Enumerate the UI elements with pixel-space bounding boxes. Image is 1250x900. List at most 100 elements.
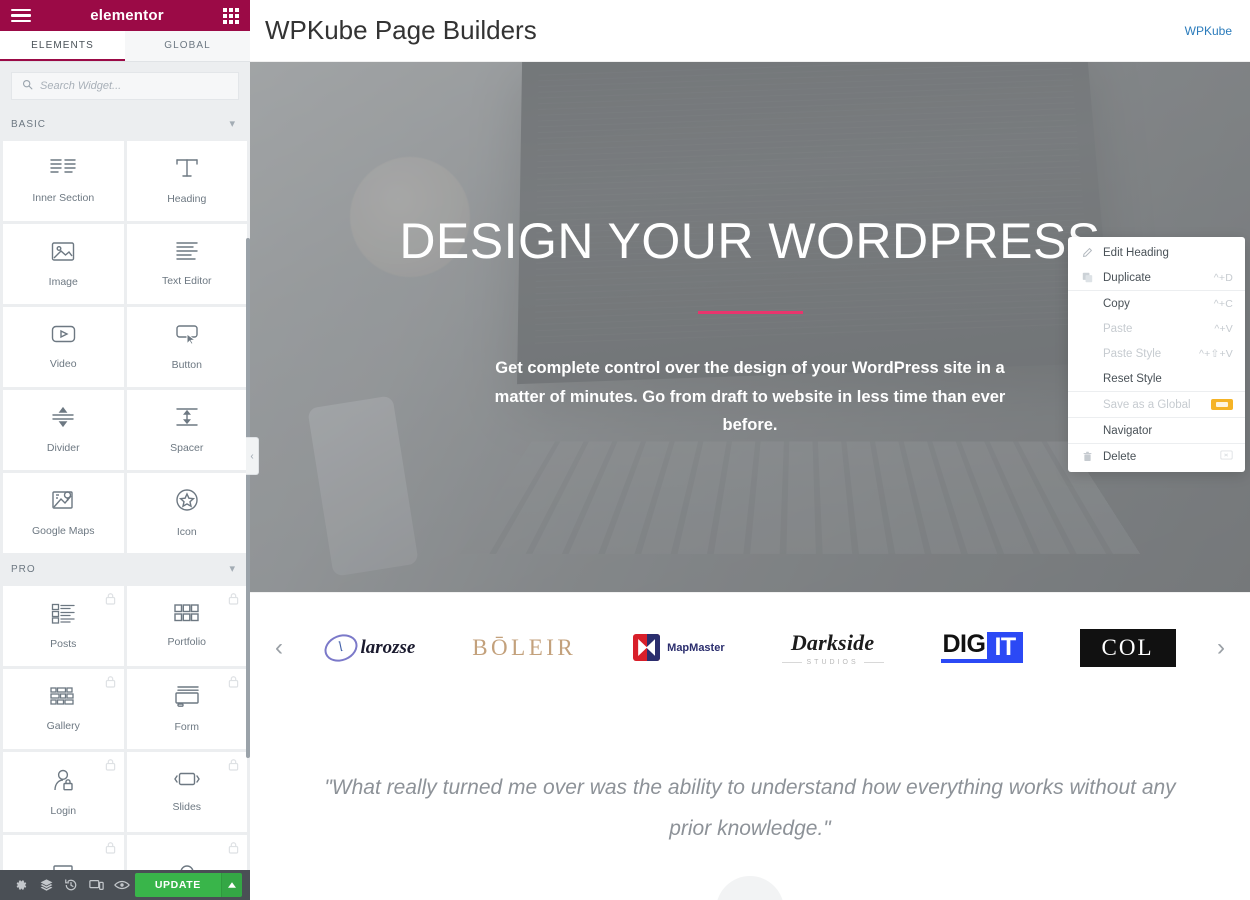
heading-icon — [175, 157, 199, 184]
widget-grid-pro: Posts Portfolio Gallery Form Login Slide… — [0, 586, 250, 900]
ctx-label: Navigator — [1103, 424, 1153, 437]
logo-text-it: IT — [987, 632, 1023, 663]
testimonial-section[interactable]: "What really turned me over was the abil… — [250, 702, 1250, 900]
widget-icon[interactable]: Icon — [126, 473, 247, 553]
ctx-label: Edit Heading — [1103, 246, 1169, 259]
widget-label: Form — [174, 721, 200, 733]
widget-posts[interactable]: Posts — [3, 586, 124, 666]
button-icon — [174, 324, 200, 350]
panel-collapse-handle[interactable]: ‹ — [246, 437, 259, 475]
ctx-item-duplicate[interactable]: Duplicate ^+D — [1068, 265, 1245, 290]
search-widget-wrap — [0, 62, 250, 108]
logo-text-dig: DIG — [940, 632, 988, 663]
widgets-panel: elementor ELEMENTS GLOBAL BASIC — [0, 0, 250, 900]
widget-label: Text Editor — [161, 275, 212, 287]
ctx-item-delete[interactable]: Delete — [1068, 444, 1245, 469]
logo-larozse[interactable]: l larozse — [320, 618, 416, 678]
nav-link-wpkube[interactable]: WPKube — [1185, 24, 1232, 38]
ctx-item-edit-heading[interactable]: Edit Heading — [1068, 240, 1245, 265]
widget-google-maps[interactable]: Google Maps — [3, 473, 124, 553]
tab-global[interactable]: GLOBAL — [125, 31, 250, 61]
carousel-prev-arrow-icon[interactable]: ‹ — [262, 634, 296, 662]
widget-slides[interactable]: Slides — [126, 752, 247, 832]
hero-subtext[interactable]: Get complete control over the design of … — [470, 354, 1030, 441]
panel-tabs: ELEMENTS GLOBAL — [0, 31, 250, 62]
widget-grid-basic: Inner Section Heading Image Text Editor … — [0, 141, 250, 553]
logo-text: MapMaster — [667, 641, 725, 654]
update-caret-icon[interactable] — [220, 873, 242, 897]
widget-video[interactable]: Video — [3, 307, 124, 387]
ctx-item-navigator[interactable]: Navigator — [1068, 418, 1245, 443]
ctx-group-edit: Edit Heading Duplicate ^+D — [1068, 240, 1245, 290]
widget-gallery[interactable]: Gallery — [3, 669, 124, 749]
lock-icon — [228, 841, 239, 859]
page-title: WPKube Page Builders — [265, 15, 537, 45]
carousel-logo-list: l larozse BŌLEIR MapMaster Darkside STUD… — [296, 618, 1204, 678]
tab-elements[interactable]: ELEMENTS — [0, 31, 125, 61]
widget-label: Login — [50, 804, 77, 817]
widget-label: Posts — [50, 637, 77, 650]
widget-login[interactable]: Login — [3, 752, 124, 832]
widget-inner-section[interactable]: Inner Section — [3, 141, 124, 221]
widget-label: Video — [49, 358, 77, 370]
history-revisions-icon[interactable] — [59, 870, 84, 900]
pro-badge-icon — [1211, 399, 1233, 410]
logo-digit[interactable]: DIG IT — [940, 618, 1023, 678]
hero-divider-rule — [697, 310, 803, 314]
ctx-label: Delete — [1103, 450, 1137, 463]
logo-col[interactable]: COL — [1079, 618, 1176, 678]
star-icon — [175, 488, 199, 517]
widget-label: Spacer — [170, 442, 204, 454]
widget-label: Google Maps — [32, 525, 95, 537]
testimonial-avatar — [716, 875, 784, 900]
widget-label: Button — [171, 358, 202, 371]
ctx-item-paste: Paste ^+V — [1068, 316, 1245, 341]
section-header-pro[interactable]: PRO ▾ — [0, 553, 250, 586]
logo-boleir[interactable]: BŌLEIR — [472, 618, 576, 678]
panel-header: elementor — [0, 0, 250, 31]
logo-darkside[interactable]: Darkside STUDIOS — [781, 618, 884, 678]
lock-icon — [228, 592, 239, 610]
widget-button[interactable]: Button — [126, 307, 247, 387]
elementor-editor: elementor ELEMENTS GLOBAL BASIC — [0, 0, 1250, 900]
ctx-group-navigator: Navigator — [1068, 417, 1245, 443]
navigator-layers-icon[interactable] — [33, 870, 58, 900]
element-context-menu: Edit Heading Duplicate ^+D Copy ^+C Past… — [1068, 237, 1245, 472]
ctx-item-copy[interactable]: Copy ^+C — [1068, 291, 1245, 316]
ctx-group-clipboard: Copy ^+C Paste ^+V Paste Style ^+⇧+V Res… — [1068, 290, 1245, 391]
text-editor-icon — [175, 241, 199, 266]
preview-eye-icon[interactable] — [110, 870, 135, 900]
elementor-logo: elementor — [90, 7, 164, 24]
carousel-next-arrow-icon[interactable]: › — [1204, 634, 1238, 662]
portfolio-icon — [174, 604, 199, 627]
search-input[interactable] — [40, 80, 228, 92]
grid-icon[interactable] — [223, 7, 239, 24]
settings-gear-icon[interactable] — [8, 870, 33, 900]
widget-heading[interactable]: Heading — [126, 141, 247, 221]
lock-icon — [105, 592, 116, 610]
logo-subtext: STUDIOS — [806, 658, 859, 666]
widget-form[interactable]: Form — [126, 669, 247, 749]
divider-icon — [51, 406, 75, 433]
update-button[interactable]: UPDATE — [134, 873, 221, 897]
chevron-down-icon: ▾ — [229, 118, 236, 130]
logo-text: Darkside — [790, 629, 875, 655]
widget-label: Portfolio — [167, 636, 207, 648]
logo-carousel: ‹ l larozse BŌLEIR MapMaster Darkside ST… — [250, 592, 1250, 702]
logo-mapmaster[interactable]: MapMaster — [633, 618, 725, 678]
section-header-basic[interactable]: BASIC ▾ — [0, 108, 250, 141]
widget-text-editor[interactable]: Text Editor — [126, 224, 247, 304]
search-box[interactable] — [11, 72, 239, 100]
widget-label: Image — [48, 275, 78, 288]
widget-image[interactable]: Image — [3, 224, 124, 304]
duplicate-icon — [1081, 272, 1094, 283]
section-title-basic: BASIC — [11, 119, 47, 130]
logo-text: larozse — [360, 636, 416, 658]
widget-label: Inner Section — [32, 192, 95, 204]
widget-portfolio[interactable]: Portfolio — [126, 586, 247, 666]
widget-divider[interactable]: Divider — [3, 390, 124, 470]
widget-spacer[interactable]: Spacer — [126, 390, 247, 470]
responsive-mode-icon[interactable] — [84, 870, 109, 900]
ctx-item-reset-style[interactable]: Reset Style — [1068, 366, 1245, 391]
hamburger-icon[interactable] — [11, 8, 31, 23]
